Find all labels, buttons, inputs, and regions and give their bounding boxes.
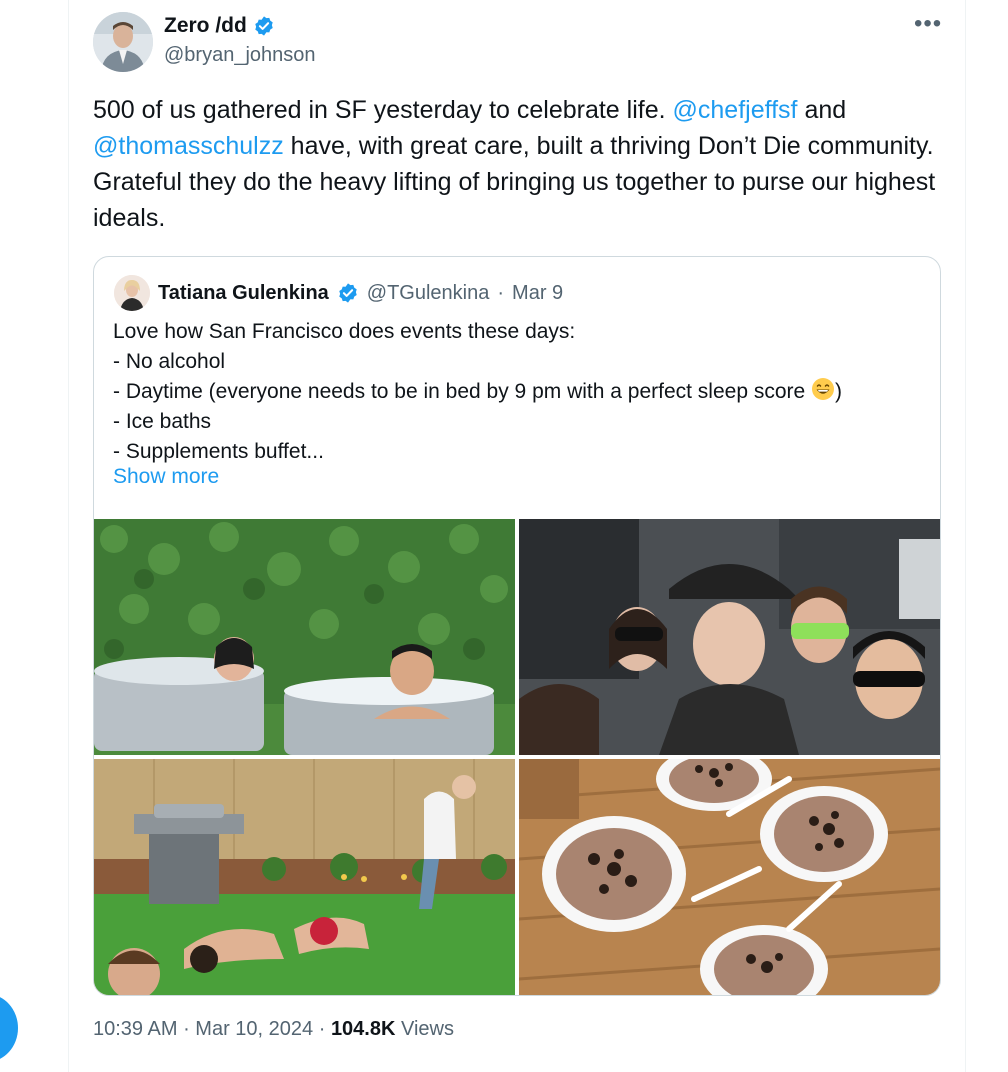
author-handle[interactable]: @bryan_johnson	[164, 44, 316, 67]
column-border-left	[68, 0, 69, 1072]
grinning-face-emoji-icon	[812, 378, 835, 400]
group-selfie-image-icon	[519, 519, 940, 755]
quoted-tweet[interactable]: Tatiana Gulenkina @TGulenkina · Mar 9 Lo…	[93, 256, 941, 996]
author-avatar[interactable]	[93, 12, 153, 72]
profile-photo-icon	[93, 12, 153, 72]
dessert-cups-image-icon	[519, 759, 940, 995]
quoted-profile-photo-icon	[114, 275, 150, 311]
quoted-verified-badge-icon	[339, 283, 357, 303]
pushups-photo[interactable]	[94, 759, 515, 995]
quoted-author-avatar[interactable]	[114, 275, 150, 311]
quoted-line: - No alcohol	[113, 350, 226, 373]
quoted-date[interactable]: Mar 9	[512, 282, 563, 305]
pushups-image-icon	[94, 759, 515, 995]
mention-thomasschulzz[interactable]: @thomasschulzz	[93, 132, 284, 160]
quoted-line-suffix: )	[835, 380, 843, 403]
tweet-text: 500 of us gathered in SF yesterday to ce…	[93, 92, 943, 236]
tweet-date[interactable]: Mar 10, 2024	[195, 1018, 313, 1040]
footer-separator: ·	[313, 1018, 331, 1040]
quoted-line: - Ice baths	[113, 410, 212, 433]
author-name-row: Zero /dd	[164, 14, 275, 38]
ice-bath-photo[interactable]	[94, 519, 515, 755]
photo-grid	[94, 519, 940, 995]
more-options-icon[interactable]: •••	[914, 10, 942, 38]
tweet-time[interactable]: 10:39 AM	[93, 1018, 178, 1040]
show-more-link[interactable]: Show more	[113, 465, 219, 489]
quoted-line: Love how San Francisco does events these…	[113, 320, 576, 343]
author-display-name[interactable]: Zero /dd	[164, 14, 247, 38]
quoted-tweet-text: Love how San Francisco does events these…	[113, 317, 923, 467]
quoted-tweet-header: Tatiana Gulenkina @TGulenkina · Mar 9	[114, 275, 563, 311]
views-count: 104.8K	[330, 1018, 396, 1040]
compose-button[interactable]	[0, 994, 18, 1062]
tweet-footer: 10:39 AM · Mar 10, 2024 · 104.8K Views	[93, 1018, 454, 1041]
quoted-line-text: - Daytime (everyone needs to be in bed b…	[113, 380, 812, 403]
tweet-text-part2: and	[797, 96, 847, 124]
views-label: Views	[395, 1018, 454, 1040]
quoted-separator: ·	[497, 281, 505, 304]
quoted-display-name[interactable]: Tatiana Gulenkina	[158, 282, 329, 305]
dessert-cups-photo[interactable]	[519, 759, 940, 995]
column-border-right	[965, 0, 966, 1072]
quoted-line-emoji: - Daytime (everyone needs to be in bed b…	[113, 377, 923, 407]
footer-separator: ·	[177, 1018, 196, 1040]
verified-badge-icon	[255, 16, 273, 36]
mention-chefjeffsf[interactable]: @chefjeffsf	[673, 96, 798, 124]
ice-bath-image-icon	[94, 519, 515, 755]
quoted-handle[interactable]: @TGulenkina	[367, 282, 490, 305]
group-selfie-photo[interactable]	[519, 519, 940, 755]
tweet-text-part1: 500 of us gathered in SF yesterday to ce…	[93, 96, 673, 124]
quoted-line: - Supplements buffet...	[113, 440, 324, 463]
